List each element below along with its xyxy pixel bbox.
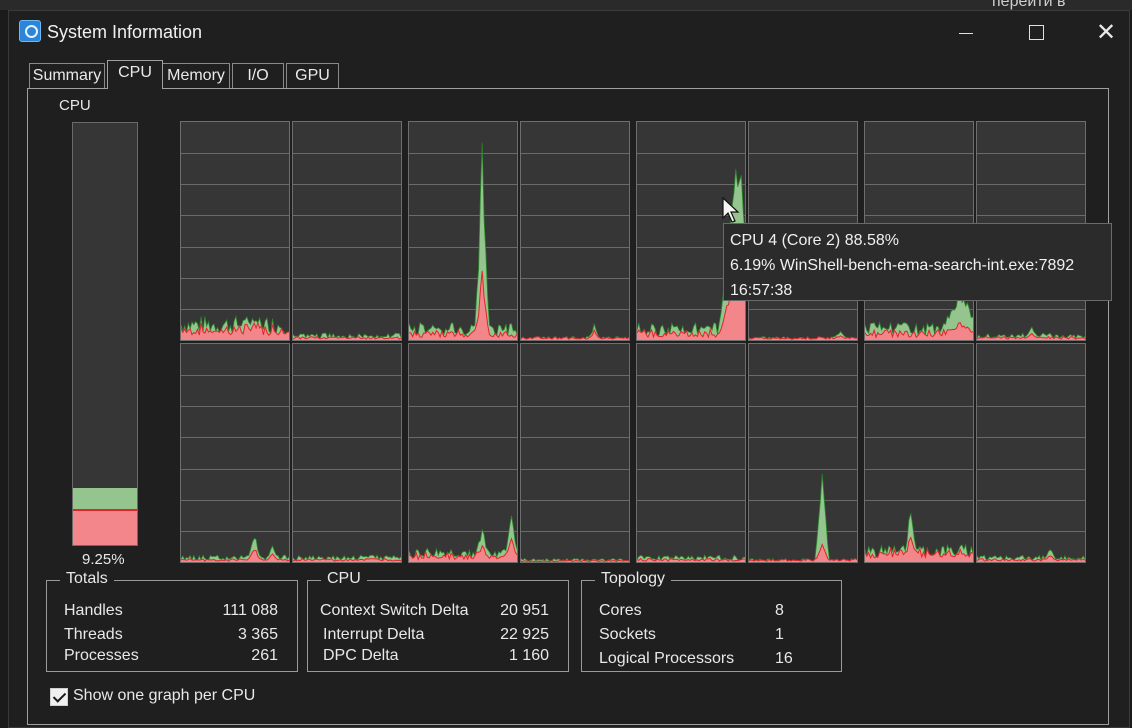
tab-summary[interactable]: Summary [29, 63, 105, 88]
cpu-12-history-chart [637, 375, 745, 562]
cpu-11-history-chart [521, 375, 629, 562]
background-strip [0, 0, 1132, 10]
tooltip-cpu-line: CPU 4 (Core 2) 88.58% [730, 232, 899, 249]
tooltip-process-line: 6.19% WinShell-bench-ema-search-int.exe:… [730, 257, 1075, 274]
cpu-0-graph[interactable] [180, 121, 290, 341]
cpu-12-graph[interactable] [636, 343, 746, 563]
processes-label: Processes [64, 647, 139, 664]
threads-value: 3 365 [237, 626, 278, 643]
sockets-label: Sockets [599, 626, 656, 643]
minimize-button[interactable] [931, 11, 1001, 53]
cpu-14-history-chart [865, 375, 973, 562]
cpu-2-graph[interactable] [408, 121, 518, 341]
cpu-13-history-chart [749, 375, 857, 562]
processes-value: 261 [251, 647, 278, 664]
cpu-stats-title: CPU [321, 570, 367, 588]
sockets-value: 1 [775, 626, 784, 643]
cpu-15-graph[interactable] [976, 343, 1086, 563]
close-icon: ✕ [1095, 18, 1117, 46]
interrupt-delta-value: 22 925 [500, 626, 549, 643]
totals-group: Totals Handles 111 088 Threads 3 365 Pro… [46, 570, 298, 672]
cpu-8-graph[interactable] [180, 343, 290, 563]
cpu-13-graph[interactable] [748, 343, 858, 563]
cpu-13-total-area [749, 473, 857, 562]
cpu-11-graph[interactable] [520, 343, 630, 563]
tab-cpu[interactable]: CPU [107, 60, 163, 89]
cpu-8-history-chart [181, 375, 289, 562]
cpu-2-total-line [409, 142, 517, 337]
show-one-graph-per-cpu-label[interactable]: Show one graph per CPU [73, 687, 255, 705]
system-information-app-icon [19, 20, 41, 42]
cpu-14-graph[interactable] [864, 343, 974, 563]
cpu-2-total-area [409, 142, 517, 340]
cpu-1-graph[interactable] [292, 121, 402, 341]
show-one-graph-per-cpu-checkbox[interactable] [50, 688, 68, 706]
cpu-total-meter [72, 122, 138, 546]
tab-io[interactable]: I/O [232, 63, 284, 88]
system-information-window: System Information ✕ Summary CPU Memory … [8, 10, 1130, 728]
maximize-button[interactable] [1001, 11, 1071, 53]
logical-processors-label: Logical Processors [599, 650, 735, 667]
cpu-9-history-chart [293, 375, 401, 562]
cpu-2-history-chart [409, 142, 517, 340]
cpu-13-kernel-line [749, 542, 857, 562]
cpu-13-total-line [749, 473, 857, 562]
cpu-0-history-chart [181, 153, 289, 340]
topology-group: Topology Cores 8 Sockets 1 Logical Proce… [581, 570, 842, 672]
cpu-10-graph[interactable] [408, 343, 518, 563]
tooltip-time-line: 16:57:38 [730, 282, 793, 299]
tab-gpu[interactable]: GPU [286, 63, 339, 88]
title-bar[interactable]: System Information ✕ [9, 11, 1129, 53]
threads-label: Threads [64, 626, 123, 643]
interrupt-delta-label: Interrupt Delta [323, 626, 425, 643]
cores-value: 8 [775, 602, 784, 619]
cpu-total-kernel-fill [73, 509, 137, 545]
window-title: System Information [47, 22, 203, 42]
cpu-15-history-chart [977, 375, 1085, 562]
logical-processors-value: 16 [775, 650, 793, 667]
cpu-9-graph[interactable] [292, 343, 402, 563]
cpu-1-history-chart [293, 153, 401, 340]
totals-title: Totals [60, 570, 114, 588]
cpu-3-graph[interactable] [520, 121, 630, 341]
context-switch-delta-label: Context Switch Delta [320, 602, 469, 619]
cpu-total-label: CPU [59, 97, 91, 114]
handles-value: 111 088 [222, 602, 278, 619]
cores-label: Cores [599, 602, 642, 619]
cpu-tab-panel: CPU 9.25% Totals Handles 111 088 Threads… [27, 88, 1109, 725]
dpc-delta-label: DPC Delta [323, 647, 399, 664]
minimize-icon [959, 32, 973, 34]
topology-title: Topology [595, 570, 672, 588]
cpu-stats-group: CPU Context Switch Delta 20 951 Interrup… [307, 570, 569, 672]
context-switch-delta-value: 20 951 [500, 602, 549, 619]
cpu-3-history-chart [521, 153, 629, 340]
close-button[interactable]: ✕ [1071, 11, 1132, 53]
mouse-pointer-icon [722, 197, 740, 223]
cpu-10-history-chart [409, 375, 517, 562]
tab-memory[interactable]: Memory [162, 63, 230, 88]
dpc-delta-value: 1 160 [508, 647, 549, 664]
cpu-total-percent: 9.25% [82, 551, 125, 568]
maximize-icon [1028, 24, 1044, 40]
handles-label: Handles [64, 602, 123, 619]
cpu-graph-tooltip: CPU 4 (Core 2) 88.58% 6.19% WinShell-ben… [723, 223, 1112, 301]
cpu-10-kernel-area [409, 538, 517, 562]
